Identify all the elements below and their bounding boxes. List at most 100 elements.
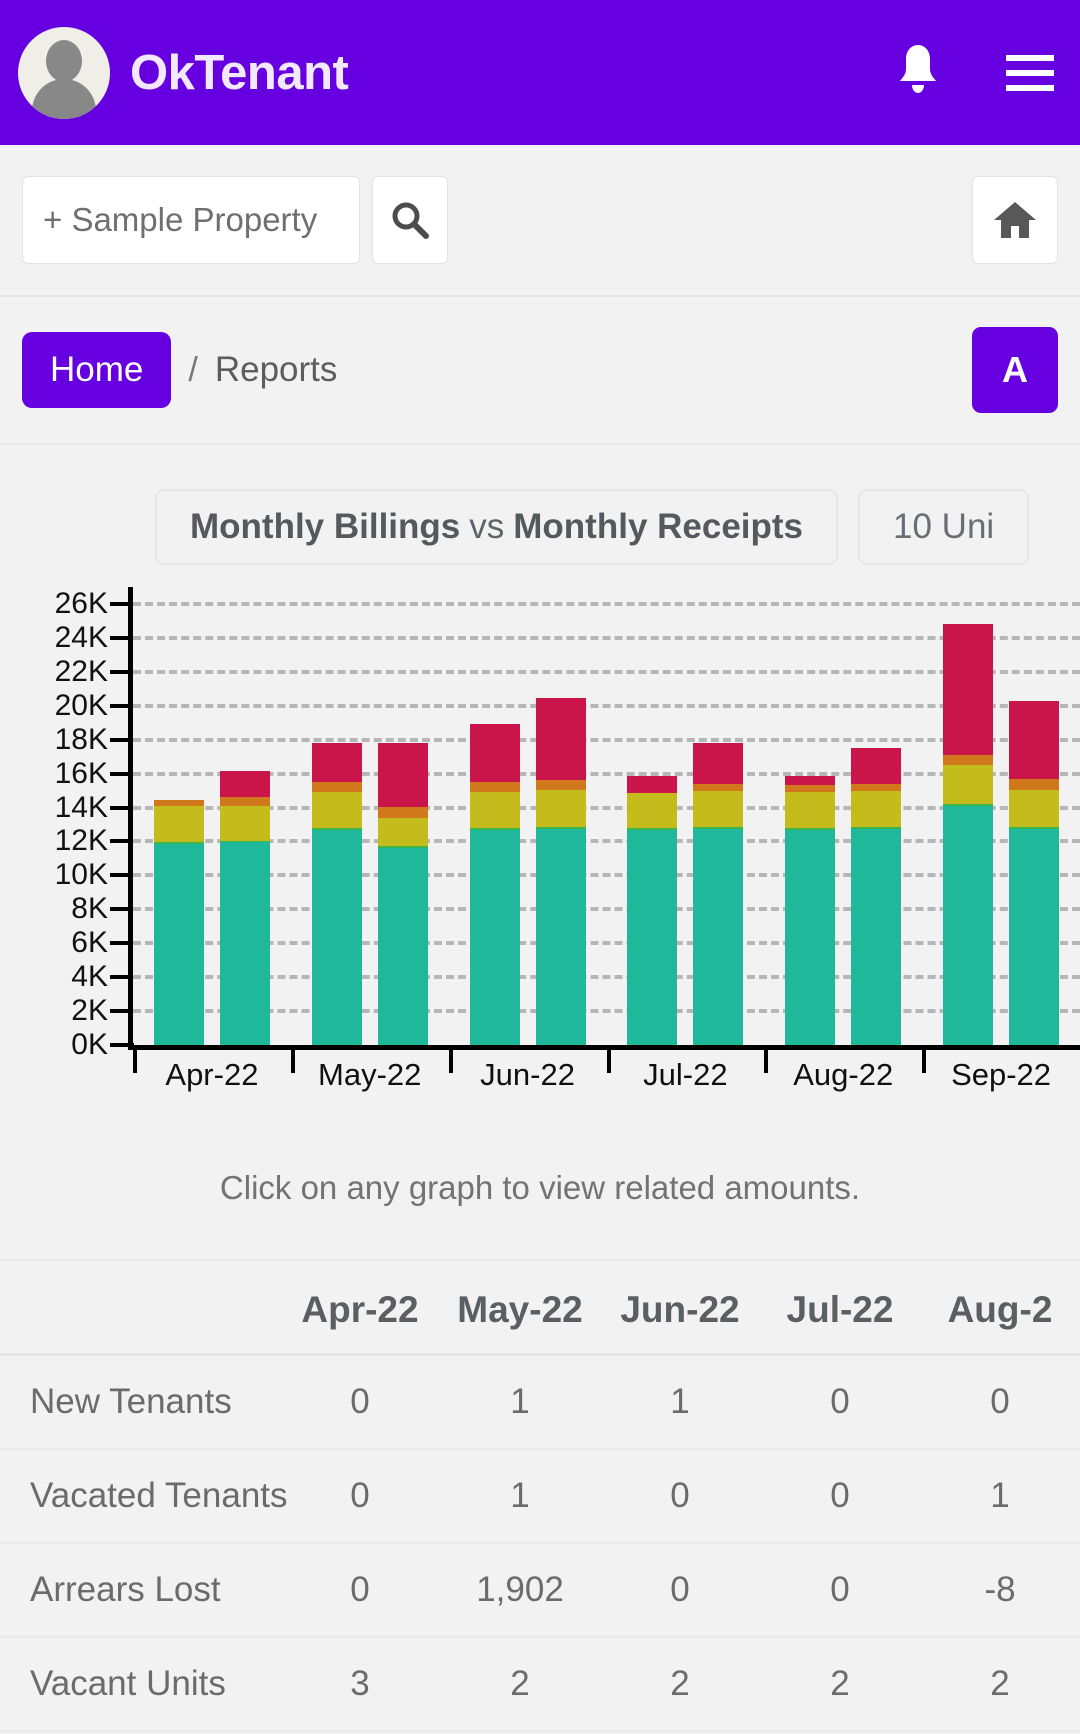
- bar-segment-rent[interactable]: [943, 806, 993, 1045]
- bar-receipts[interactable]: [1009, 701, 1059, 1045]
- bar-segment-other-charges[interactable]: [470, 792, 520, 828]
- table-cell: 2: [920, 1637, 1080, 1731]
- bar-receipts[interactable]: [220, 771, 270, 1045]
- bar-billings[interactable]: [312, 743, 362, 1045]
- table-column-header: Jul-22: [760, 1260, 920, 1355]
- bar-billings[interactable]: [627, 776, 677, 1045]
- bar-receipts[interactable]: [851, 748, 901, 1045]
- y-axis-tick-label: 26K: [55, 587, 108, 621]
- bar-segment-late-fees[interactable]: [1009, 779, 1059, 789]
- table-row-label: Vacant Units: [0, 1637, 280, 1731]
- action-a-button[interactable]: A: [972, 327, 1058, 413]
- table-cell: 2: [440, 1637, 600, 1731]
- bar-segment-late-fees[interactable]: [851, 784, 901, 791]
- bar-billings[interactable]: [154, 800, 204, 1045]
- home-button[interactable]: [972, 176, 1058, 264]
- bar-segment-rent[interactable]: [312, 830, 362, 1045]
- bar-segment-late-fees[interactable]: [785, 785, 835, 792]
- bar-receipts[interactable]: [378, 743, 428, 1045]
- bar-segment-late-fees[interactable]: [378, 807, 428, 817]
- bar-segment-other-charges[interactable]: [378, 818, 428, 847]
- bar-segment-arrears[interactable]: [693, 743, 743, 784]
- y-axis-tick-mark: [110, 636, 134, 640]
- bar-segment-other-charges[interactable]: [220, 806, 270, 841]
- y-axis-tick-label: 24K: [55, 621, 108, 655]
- bar-segment-rent[interactable]: [851, 829, 901, 1045]
- bar-segment-late-fees[interactable]: [693, 784, 743, 791]
- bar-segment-rent[interactable]: [1009, 829, 1059, 1045]
- bar-segment-arrears[interactable]: [851, 748, 901, 784]
- bar-segment-arrears[interactable]: [220, 771, 270, 797]
- table-row: New Tenants01100: [0, 1355, 1080, 1450]
- bar-chart[interactable]: 26K24K22K20K18K16K14K12K10K8K6K4K2K0K Ap…: [0, 587, 1080, 1057]
- x-axis-tick-label: Sep-22: [922, 1057, 1080, 1093]
- bar-segment-arrears[interactable]: [1009, 701, 1059, 780]
- bar-segment-arrears[interactable]: [627, 776, 677, 793]
- bar-segment-rent[interactable]: [378, 848, 428, 1045]
- bar-segment-arrears[interactable]: [785, 776, 835, 785]
- bar-segment-other-charges[interactable]: [627, 793, 677, 828]
- table-row: Vacated Tenants01001: [0, 1449, 1080, 1543]
- bar-segment-late-fees[interactable]: [312, 782, 362, 792]
- y-axis-tick-label: 18K: [55, 723, 108, 757]
- bar-segment-arrears[interactable]: [312, 743, 362, 782]
- breadcrumb-item-home[interactable]: Home: [22, 332, 171, 408]
- bar-receipts[interactable]: [693, 743, 743, 1045]
- breadcrumb: Home / Reports A: [0, 297, 1080, 445]
- avatar[interactable]: [18, 27, 110, 119]
- search-toolbar: + Sample Property: [0, 145, 1080, 297]
- bar-segment-other-charges[interactable]: [154, 806, 204, 842]
- bar-segment-rent[interactable]: [693, 829, 743, 1045]
- bar-segment-other-charges[interactable]: [312, 792, 362, 828]
- bar-segment-rent[interactable]: [627, 830, 677, 1045]
- y-axis-tick-mark: [110, 806, 134, 810]
- bar-segment-late-fees[interactable]: [943, 755, 993, 765]
- y-axis-tick-mark: [110, 839, 134, 843]
- bar-segment-rent[interactable]: [470, 830, 520, 1045]
- bar-billings[interactable]: [943, 624, 993, 1045]
- search-button[interactable]: [372, 176, 448, 264]
- table-column-header: Jun-22: [600, 1260, 760, 1355]
- breadcrumb-item-reports: Reports: [215, 350, 338, 390]
- table-cell: 2: [760, 1637, 920, 1731]
- x-axis-labels: Apr-22May-22Jun-22Jul-22Aug-22Sep-22: [133, 1057, 1080, 1093]
- bar-segment-arrears[interactable]: [536, 698, 586, 780]
- bell-icon[interactable]: [892, 41, 944, 104]
- table-cell: 0: [280, 1449, 440, 1543]
- bar-segment-rent[interactable]: [154, 844, 204, 1045]
- hamburger-menu-icon[interactable]: [1006, 55, 1054, 91]
- bar-billings[interactable]: [470, 724, 520, 1045]
- menu-bar-1: [1006, 55, 1054, 61]
- x-axis-tick-label: Aug-22: [764, 1057, 922, 1093]
- bar-segment-arrears[interactable]: [378, 743, 428, 807]
- table-row: Arrears Lost01,90200-8: [0, 1543, 1080, 1637]
- table-column-header: Apr-22: [280, 1260, 440, 1355]
- bar-segment-other-charges[interactable]: [851, 791, 901, 827]
- bar-segment-arrears[interactable]: [943, 624, 993, 754]
- y-axis-tick-label: 4K: [71, 960, 108, 994]
- bar-segment-rent[interactable]: [220, 842, 270, 1045]
- y-axis-tick-label: 12K: [55, 824, 108, 858]
- bar-segment-late-fees[interactable]: [220, 797, 270, 805]
- table-cell: 3: [280, 1637, 440, 1731]
- bar-billings[interactable]: [785, 776, 835, 1045]
- bar-segment-other-charges[interactable]: [1009, 790, 1059, 827]
- chart-bar-groups: [133, 587, 1080, 1045]
- bar-segment-other-charges[interactable]: [693, 791, 743, 827]
- table-body: New Tenants01100Vacated Tenants01001Arre…: [0, 1355, 1080, 1732]
- chart-title-card-secondary[interactable]: 10 Uni: [858, 489, 1029, 565]
- chart-title-card-primary[interactable]: Monthly Billings vs Monthly Receipts: [155, 489, 838, 565]
- y-axis-tick-label: 6K: [71, 926, 108, 960]
- bar-segment-rent[interactable]: [785, 830, 835, 1045]
- bar-segment-other-charges[interactable]: [536, 790, 586, 826]
- y-axis-tick-label: 2K: [71, 994, 108, 1028]
- summary-table-wrap: Apr-22May-22Jun-22Jul-22Aug-2 New Tenant…: [0, 1259, 1080, 1732]
- bar-segment-late-fees[interactable]: [536, 780, 586, 790]
- bar-segment-other-charges[interactable]: [785, 792, 835, 828]
- bar-receipts[interactable]: [536, 698, 586, 1045]
- property-search-input[interactable]: + Sample Property: [22, 176, 360, 264]
- bar-segment-rent[interactable]: [536, 829, 586, 1045]
- bar-segment-other-charges[interactable]: [943, 765, 993, 804]
- bar-segment-arrears[interactable]: [470, 724, 520, 782]
- bar-segment-late-fees[interactable]: [470, 782, 520, 792]
